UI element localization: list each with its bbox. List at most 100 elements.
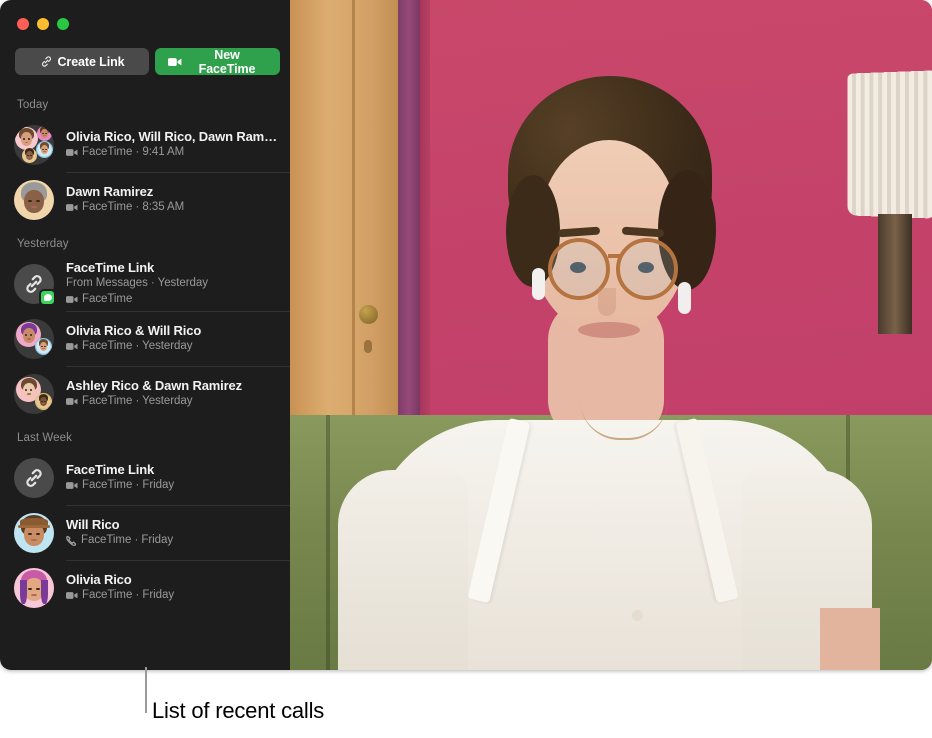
call-type-label: FaceTime · Yesterday	[82, 394, 193, 407]
call-type: FaceTime	[66, 292, 280, 308]
video-camera-icon	[66, 295, 78, 304]
video-camera-icon	[66, 481, 78, 490]
avatar-group	[14, 124, 54, 165]
row-divider	[66, 366, 290, 367]
call-type-label: FaceTime · 9:41 AM	[82, 145, 185, 158]
trim-highlight	[420, 0, 430, 420]
earbud-left	[532, 268, 545, 300]
call-details: Will Rico FaceTime · Friday	[66, 517, 280, 549]
caption-label: List of recent calls	[152, 698, 325, 723]
toolbar: Create Link New FaceTime	[15, 47, 280, 76]
call-list-item[interactable]: Olivia Rico, Will Rico, Dawn Rami… FaceTi…	[0, 117, 290, 172]
phone-handset-icon	[66, 535, 77, 547]
call-type-label: FaceTime · Friday	[82, 588, 175, 601]
avatar	[14, 318, 54, 359]
call-type: FaceTime · Friday	[66, 478, 280, 494]
link-icon	[40, 55, 53, 68]
close-button[interactable]	[17, 18, 29, 30]
door-trim	[398, 0, 420, 420]
avatar-pair	[14, 373, 54, 414]
call-type-label: FaceTime	[82, 292, 133, 305]
eye-right	[638, 262, 654, 273]
call-details: FaceTime Link FaceTime · Friday	[66, 462, 280, 494]
call-list-item[interactable]: Olivia Rico FaceTime · Friday	[0, 560, 290, 615]
call-details: Olivia Rico FaceTime · Friday	[66, 572, 280, 604]
minimize-button[interactable]	[37, 18, 49, 30]
call-type: FaceTime · 8:35 AM	[66, 200, 280, 216]
call-title: Dawn Ramirez	[66, 183, 154, 199]
avatar	[14, 512, 54, 553]
new-facetime-button[interactable]: New FaceTime	[155, 47, 280, 76]
blouse-left-sleeve	[338, 470, 468, 670]
section-heading: Last Week	[17, 432, 73, 444]
door-knob	[359, 305, 378, 324]
avatar	[14, 512, 54, 553]
call-title: Olivia Rico & Will Rico	[66, 322, 202, 338]
video-camera-icon	[66, 591, 78, 600]
video-camera-icon	[66, 203, 78, 212]
call-details: Olivia Rico, Will Rico, Dawn Rami… FaceTi…	[66, 129, 280, 161]
call-source: From Messages · Yesterday	[66, 276, 280, 292]
call-details: Olivia Rico & Will Rico FaceTime · Yester…	[66, 323, 280, 355]
blouse-button	[632, 610, 643, 621]
video-camera-icon	[168, 57, 182, 67]
call-list-item[interactable]: Dawn Ramirez FaceTime · 8:35 AM	[0, 172, 290, 227]
call-type-label: FaceTime · Friday	[82, 478, 175, 491]
glasses-bridge	[608, 254, 620, 258]
sofa-seam-left	[326, 415, 330, 670]
sidebar: Create Link New FaceTime Today Olivia Ric…	[0, 0, 290, 670]
zoom-button[interactable]	[57, 18, 69, 30]
eye-left	[570, 262, 586, 273]
row-divider	[66, 560, 290, 561]
avatar	[14, 373, 54, 414]
call-source-label: From Messages · Yesterday	[66, 277, 208, 290]
call-list-item[interactable]: FaceTime Link From Messages · Yesterday Fa…	[0, 256, 290, 311]
facetime-window: Create Link New FaceTime Today Olivia Ric…	[0, 0, 932, 670]
earbud-right	[678, 282, 691, 314]
caption-leader-line	[145, 667, 147, 713]
new-facetime-label: New FaceTime	[198, 47, 256, 76]
lamp-base	[878, 214, 912, 334]
video-camera-icon	[66, 342, 78, 351]
call-list-item[interactable]: Olivia Rico & Will Rico FaceTime · Yester…	[0, 311, 290, 366]
door-keyhole	[364, 340, 372, 353]
call-list-item[interactable]: Ashley Rico & Dawn Ramirez FaceTime · Yes…	[0, 366, 290, 421]
call-type-label: FaceTime · Yesterday	[82, 339, 193, 352]
call-title: FaceTime Link	[66, 461, 155, 477]
avatar	[14, 567, 54, 608]
row-divider	[66, 505, 290, 506]
call-title: Olivia Rico, Will Rico, Dawn Rami…	[66, 128, 280, 144]
call-type: FaceTime · Yesterday	[66, 339, 280, 355]
nose	[598, 288, 616, 316]
right-arm-skin	[820, 608, 880, 670]
call-type: FaceTime · 9:41 AM	[66, 145, 280, 161]
call-title: Ashley Rico & Dawn Ramirez	[66, 377, 242, 393]
lamp-shade	[847, 70, 932, 219]
door-panel-line	[352, 0, 355, 420]
call-list-item[interactable]: FaceTime Link FaceTime · Friday	[0, 450, 290, 505]
avatar	[14, 457, 54, 498]
call-details: Dawn Ramirez FaceTime · 8:35 AM	[66, 184, 280, 216]
call-title: Olivia Rico	[66, 571, 132, 587]
video-camera-icon	[66, 148, 78, 157]
call-type: FaceTime · Friday	[66, 588, 280, 604]
link-icon	[14, 457, 54, 498]
window-controls	[17, 18, 69, 30]
section-heading: Yesterday	[17, 238, 69, 250]
call-type-label: FaceTime · 8:35 AM	[82, 200, 185, 213]
messages-badge	[39, 288, 56, 306]
call-type: FaceTime · Yesterday	[66, 394, 280, 410]
wooden-door	[290, 0, 398, 420]
call-type-label: FaceTime · Friday	[81, 533, 174, 546]
call-list-item[interactable]: Will Rico FaceTime · Friday	[0, 505, 290, 560]
lips	[578, 322, 640, 338]
recent-calls-list[interactable]: Today Olivia Rico, Will Rico, Dawn Rami… F…	[0, 88, 290, 670]
create-link-button[interactable]: Create Link	[15, 48, 149, 75]
row-divider	[66, 172, 290, 173]
call-title: Will Rico	[66, 516, 120, 532]
avatar	[14, 567, 54, 608]
video-camera-icon	[66, 397, 78, 406]
video-feed[interactable]	[290, 0, 932, 670]
section-heading: Today	[17, 99, 49, 111]
avatar	[14, 179, 54, 220]
